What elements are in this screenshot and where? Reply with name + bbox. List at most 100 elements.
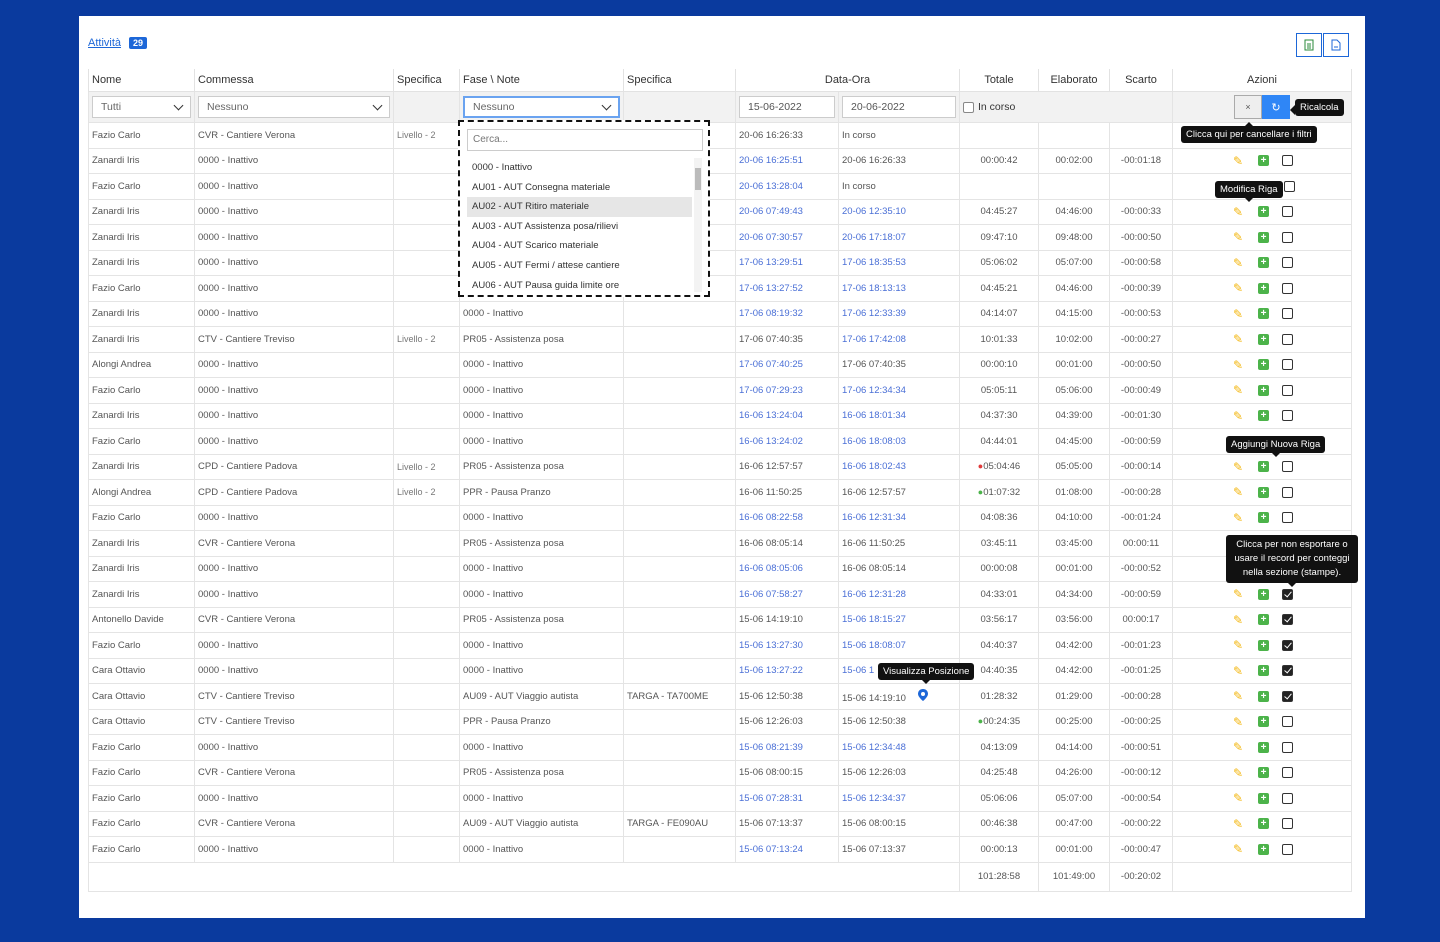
dropdown-option[interactable]: 0000 - Inattivo	[467, 158, 692, 178]
end-time-text[interactable]: 20-06 12:35:10	[842, 206, 906, 217]
col-commessa[interactable]: Commessa	[194, 69, 394, 92]
pencil-icon[interactable]: ✎	[1231, 613, 1245, 627]
pencil-icon[interactable]: ✎	[1231, 281, 1245, 295]
dropdown-option[interactable]: AU06 - AUT Pausa guida limite ore	[467, 276, 692, 296]
export-checkbox[interactable]	[1282, 155, 1293, 167]
date-from-input[interactable]: 15-06-2022	[739, 96, 835, 118]
end-time-text[interactable]: 15-06 12:34:37	[842, 793, 906, 804]
col-specifica[interactable]: Specifica	[393, 69, 460, 92]
pencil-icon[interactable]: ✎	[1231, 256, 1245, 270]
export-pdf-button[interactable]	[1323, 33, 1349, 57]
export-checkbox[interactable]	[1282, 410, 1293, 422]
cell-start-time[interactable]: 20-06 07:30:57	[735, 224, 839, 251]
cell-start-time[interactable]: 16-06 13:24:04	[735, 402, 839, 429]
add-row-icon[interactable]: +	[1258, 588, 1269, 600]
add-row-icon[interactable]: +	[1258, 690, 1269, 702]
cell-start-time[interactable]: 17-06 13:27:52	[735, 275, 839, 302]
dropdown-option[interactable]: AU03 - AUT Assistenza posa/rilievi	[467, 217, 692, 237]
cell-start-time[interactable]: 15-06 13:27:30	[735, 632, 839, 659]
pencil-icon[interactable]: ✎	[1231, 485, 1245, 499]
end-time-text[interactable]: 15-06 12:34:48	[842, 742, 906, 753]
dropdown-option[interactable]: AU05 - AUT Fermi / attese cantiere	[467, 256, 692, 276]
dropdown-scrollbar[interactable]	[694, 158, 702, 292]
end-time-text[interactable]: 16-06 18:01:34	[842, 410, 906, 421]
pencil-icon[interactable]: ✎	[1231, 664, 1245, 678]
add-row-icon[interactable]: +	[1258, 410, 1269, 422]
cell-start-time[interactable]: 17-06 07:40:25	[735, 351, 839, 378]
end-time-text[interactable]: 16-06 12:31:28	[842, 589, 906, 600]
export-checkbox[interactable]	[1282, 741, 1293, 753]
add-row-icon[interactable]: +	[1258, 231, 1269, 243]
add-row-icon[interactable]: +	[1258, 639, 1269, 651]
col-totale[interactable]: Totale	[959, 69, 1039, 92]
end-time-text[interactable]: 16-06 18:02:43	[842, 461, 906, 472]
date-to-input[interactable]: 20-06-2022	[842, 96, 956, 118]
end-time-text[interactable]: 15-06 18:08:07	[842, 640, 906, 651]
cell-start-time[interactable]: 20-06 07:49:43	[735, 198, 839, 225]
pencil-icon[interactable]: ✎	[1231, 460, 1245, 474]
export-checkbox[interactable]	[1282, 231, 1293, 243]
add-row-icon[interactable]: +	[1258, 359, 1269, 371]
attivita-link[interactable]: Attività	[88, 37, 121, 49]
pencil-icon[interactable]: ✎	[1231, 409, 1245, 423]
cell-start-time[interactable]: 17-06 08:19:32	[735, 300, 839, 327]
pencil-icon[interactable]: ✎	[1231, 638, 1245, 652]
dropdown-search-input[interactable]: Cerca...	[467, 129, 703, 151]
end-time-text[interactable]: 15-06 18:15:27	[842, 614, 906, 625]
export-checkbox[interactable]	[1282, 588, 1293, 600]
dropdown-option[interactable]: AU04 - AUT Scarico materiale	[467, 236, 692, 256]
col-data-ora[interactable]: Data-Ora	[735, 69, 960, 92]
export-checkbox[interactable]	[1282, 843, 1293, 855]
export-checkbox[interactable]	[1282, 665, 1293, 677]
export-checkbox[interactable]	[1282, 767, 1293, 779]
fase-filter-select[interactable]: Nessuno	[463, 96, 620, 118]
add-row-icon[interactable]: +	[1258, 767, 1269, 779]
commessa-filter-select[interactable]: Nessuno	[198, 96, 390, 118]
cell-start-time[interactable]: 17-06 13:29:51	[735, 249, 839, 276]
col-scarto[interactable]: Scarto	[1109, 69, 1173, 92]
add-row-icon[interactable]: +	[1258, 665, 1269, 677]
col-specifica-2[interactable]: Specifica	[623, 69, 736, 92]
export-checkbox[interactable]	[1282, 716, 1293, 728]
pencil-icon[interactable]: ✎	[1231, 358, 1245, 372]
end-time-text[interactable]: 15-06 1	[842, 665, 874, 676]
export-checkbox[interactable]	[1282, 486, 1293, 498]
export-checkbox[interactable]	[1282, 333, 1293, 345]
end-time-text[interactable]: 20-06 17:18:07	[842, 232, 906, 243]
cell-start-time[interactable]: 16-06 13:24:02	[735, 428, 839, 455]
end-time-text[interactable]: 16-06 18:08:03	[842, 436, 906, 447]
add-row-icon[interactable]: +	[1258, 614, 1269, 626]
cell-start-time[interactable]: 20-06 13:28:04	[735, 173, 839, 200]
in-corso-checkbox[interactable]	[963, 101, 974, 113]
add-row-icon[interactable]: +	[1258, 818, 1269, 830]
add-row-icon[interactable]: +	[1258, 741, 1269, 753]
scrollbar-thumb[interactable]	[695, 168, 701, 190]
end-time-text[interactable]: 17-06 18:35:53	[842, 257, 906, 268]
col-fase-note[interactable]: Fase \ Note	[459, 69, 624, 92]
end-time-text[interactable]: 17-06 17:42:08	[842, 334, 906, 345]
add-row-icon[interactable]: +	[1258, 257, 1269, 269]
export-checkbox[interactable]	[1283, 180, 1295, 192]
pencil-icon[interactable]: ✎	[1231, 383, 1245, 397]
pencil-icon[interactable]: ✎	[1231, 587, 1245, 601]
export-checkbox[interactable]	[1282, 308, 1293, 320]
pencil-icon[interactable]: ✎	[1231, 689, 1245, 703]
pencil-icon[interactable]: ✎	[1231, 154, 1245, 168]
pencil-icon[interactable]: ✎	[1231, 791, 1245, 805]
add-row-icon[interactable]: +	[1258, 282, 1269, 294]
add-row-icon[interactable]: +	[1258, 512, 1269, 524]
pencil-icon[interactable]: ✎	[1231, 842, 1245, 856]
export-checkbox[interactable]	[1282, 639, 1293, 651]
export-checkbox[interactable]	[1282, 461, 1293, 473]
cell-start-time[interactable]: 15-06 07:13:24	[735, 836, 839, 863]
export-checkbox[interactable]	[1282, 359, 1293, 371]
export-checkbox[interactable]	[1282, 792, 1293, 804]
dropdown-option[interactable]: AU02 - AUT Ritiro materiale	[467, 197, 692, 217]
end-time-text[interactable]: 17-06 18:13:13	[842, 283, 906, 294]
end-time-text[interactable]: 17-06 12:33:39	[842, 308, 906, 319]
pencil-icon[interactable]: ✎	[1231, 230, 1245, 244]
dropdown-option[interactable]: AU01 - AUT Consegna materiale	[467, 178, 692, 198]
add-row-icon[interactable]: +	[1258, 461, 1269, 473]
pencil-icon[interactable]: ✎	[1231, 740, 1245, 754]
cell-start-time[interactable]: 16-06 08:22:58	[735, 504, 839, 531]
